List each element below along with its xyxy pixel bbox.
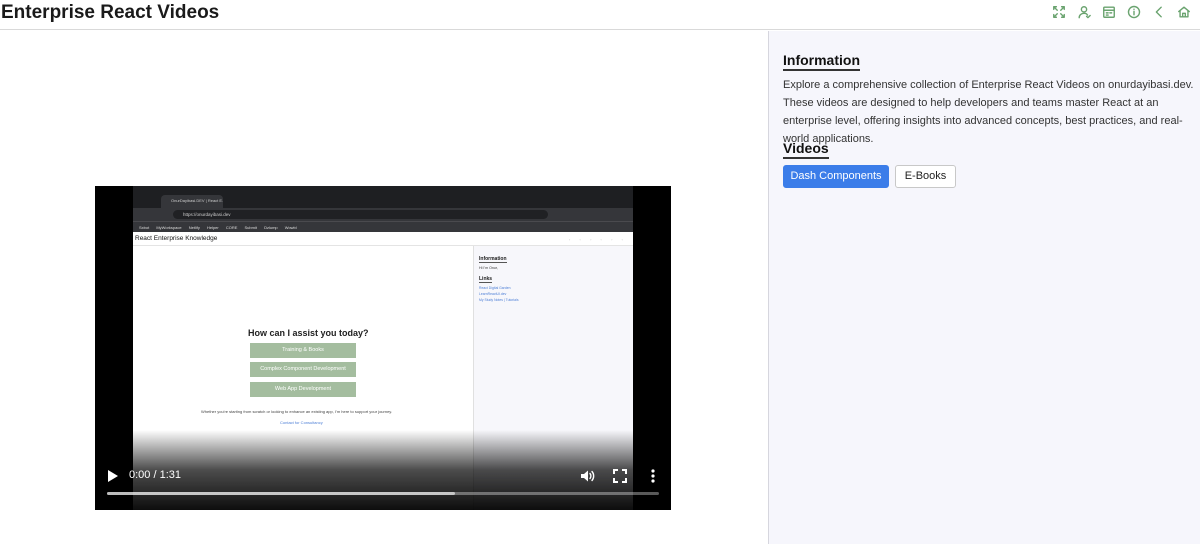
- information-text: Explore a comprehensive collection of En…: [783, 79, 1194, 145]
- frame-button: Web App Development: [250, 382, 356, 397]
- frame-link: React Digital Garden: [479, 286, 511, 290]
- more-options-icon[interactable]: [647, 468, 659, 484]
- frame-link: LearnReactUI.dev: [479, 292, 507, 296]
- sidebar: Information Explore a comprehensive coll…: [768, 31, 1200, 544]
- frame-tab: OnurDayibasi.DEV | React E...: [161, 195, 223, 208]
- frame-header-icons: ◦ ◦ ◦ ◦ ◦ ◦: [568, 237, 627, 242]
- dash-components-button[interactable]: Dash Components: [783, 165, 889, 188]
- frame-app-header: React Enterprise Knowledge ◦ ◦ ◦ ◦ ◦ ◦: [133, 232, 633, 246]
- frame-url: https://onurdayibasi.dev: [173, 210, 548, 219]
- frame-info-heading: Information: [479, 256, 507, 263]
- frame-bookmarks: Sxbot MyWorkspace Netlify Helper CORE Su…: [133, 221, 633, 232]
- user-icon[interactable]: [1076, 4, 1092, 20]
- top-bar: Enterprise React Videos: [0, 0, 1200, 30]
- frame-question: How can I assist you today?: [248, 328, 369, 338]
- video-progress-bar[interactable]: [107, 492, 659, 495]
- frame-greeting: Hi I'm Onur,: [479, 266, 498, 270]
- main-content: OnurDayibasi.DEV | React E... https://on…: [0, 31, 768, 544]
- info-icon[interactable]: [1126, 4, 1142, 20]
- frame-link: My Study Notes | Tutorials: [479, 298, 519, 302]
- videos-heading: Videos: [783, 140, 829, 159]
- expand-icon[interactable]: [1051, 4, 1067, 20]
- video-time: 0:00 / 1:31: [129, 469, 181, 481]
- frame-button: Training & Books: [250, 343, 356, 358]
- frame-app-title: React Enterprise Knowledge: [135, 235, 218, 242]
- page-title: Enterprise React Videos: [1, 2, 220, 23]
- frame-browser-tabs: OnurDayibasi.DEV | React E...: [133, 186, 633, 208]
- calendar-icon[interactable]: [1101, 4, 1117, 20]
- video-buffer-bar: [107, 492, 455, 495]
- frame-contact-link: Contact for Consultancy: [280, 420, 323, 425]
- volume-icon[interactable]: [579, 468, 595, 484]
- header-toolbar: [1051, 4, 1192, 20]
- frame-url-bar: https://onurdayibasi.dev: [133, 208, 633, 221]
- home-icon[interactable]: [1176, 4, 1192, 20]
- back-icon[interactable]: [1151, 4, 1167, 20]
- information-heading: Information: [783, 52, 860, 71]
- frame-footer-text: Whether you're starting from scratch or …: [201, 409, 393, 414]
- frame-button: Complex Component Development: [250, 362, 356, 377]
- play-icon[interactable]: [107, 469, 119, 483]
- ebooks-button[interactable]: E-Books: [895, 165, 956, 188]
- frame-links-heading: Links: [479, 276, 493, 283]
- video-player[interactable]: OnurDayibasi.DEV | React E... https://on…: [95, 186, 671, 510]
- fullscreen-icon[interactable]: [613, 469, 627, 483]
